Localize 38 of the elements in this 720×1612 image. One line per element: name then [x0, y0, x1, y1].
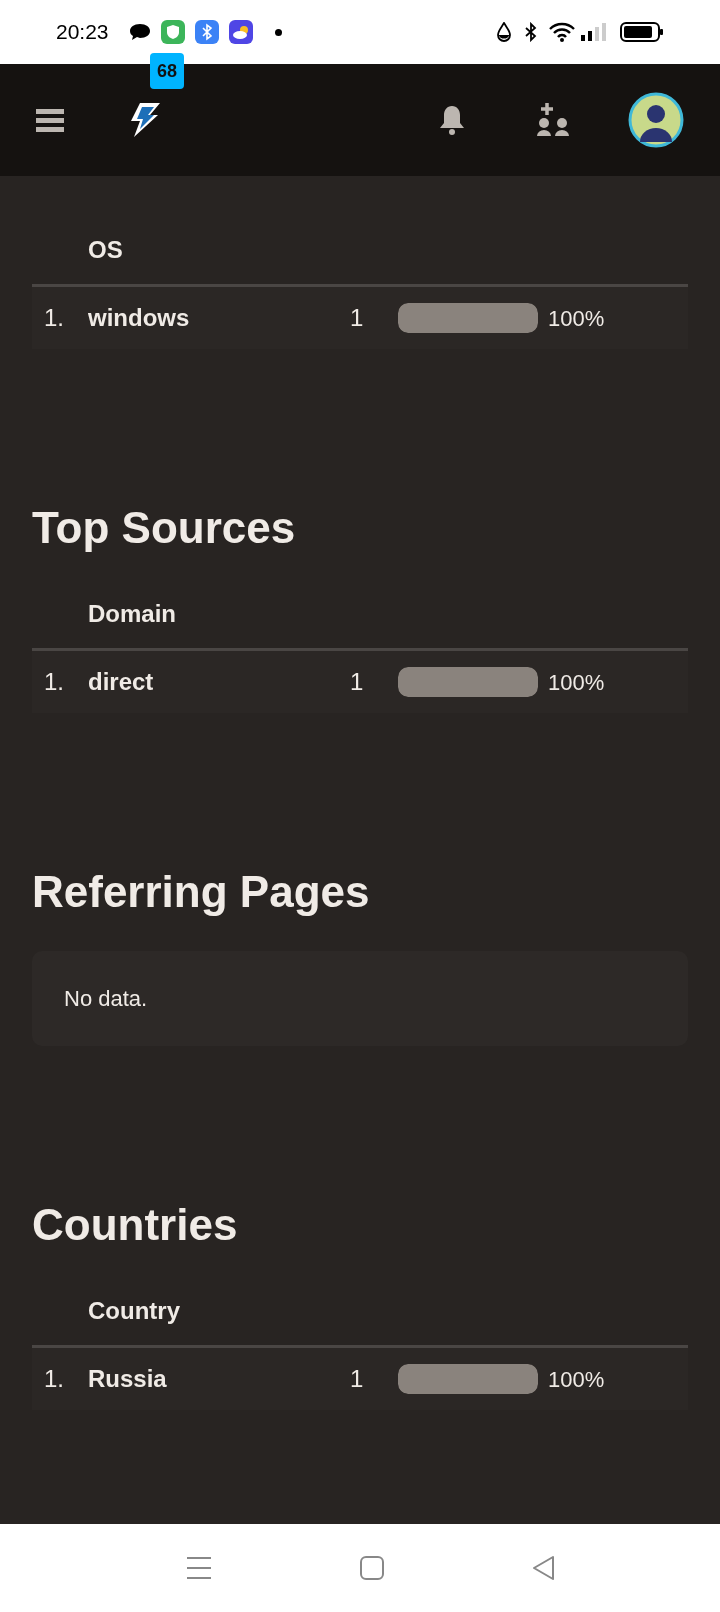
visit-count: 1	[350, 1364, 365, 1394]
avatar[interactable]	[628, 92, 684, 148]
notification-count: 68	[150, 53, 185, 89]
percentage: 100%	[548, 1365, 605, 1394]
dot-icon	[274, 28, 282, 36]
lightning-logo-icon[interactable]	[128, 101, 162, 139]
rank-number: 1.	[43, 667, 65, 697]
rank-number: 1.	[43, 1364, 65, 1394]
wifi-icon	[548, 22, 576, 42]
weather-app-icon	[228, 20, 253, 44]
bluetooth-icon	[524, 22, 538, 42]
section-heading: Countries	[32, 1199, 239, 1251]
visit-count: 1	[350, 667, 365, 697]
home-icon[interactable]	[359, 1555, 385, 1581]
column-header: Country	[88, 1296, 180, 1326]
column-header: OS	[88, 235, 123, 265]
section-heading: Top Sources	[32, 502, 297, 554]
item-name: windows	[88, 303, 191, 333]
bell-icon[interactable]	[438, 104, 466, 136]
back-icon[interactable]	[531, 1555, 557, 1581]
section-heading: Referring Pages	[32, 866, 371, 918]
item-name: Russia	[88, 1364, 168, 1394]
column-header: Domain	[88, 599, 176, 629]
drop-icon	[496, 22, 512, 42]
signal-icon	[580, 22, 608, 42]
item-name: direct	[88, 667, 155, 697]
clock: 20:23	[56, 19, 109, 46]
visit-count: 1	[350, 303, 365, 333]
chat-bubble-icon	[128, 23, 151, 41]
rank-number: 1.	[43, 303, 65, 333]
percentage: 100%	[548, 668, 605, 697]
percentage: 100%	[548, 304, 605, 333]
empty-message: No data.	[64, 985, 148, 1013]
menu-icon[interactable]	[36, 108, 64, 132]
shield-app-icon	[160, 20, 185, 44]
people-add-icon[interactable]	[536, 103, 570, 137]
battery-icon	[620, 21, 664, 43]
bluetooth-app-icon	[194, 20, 219, 44]
